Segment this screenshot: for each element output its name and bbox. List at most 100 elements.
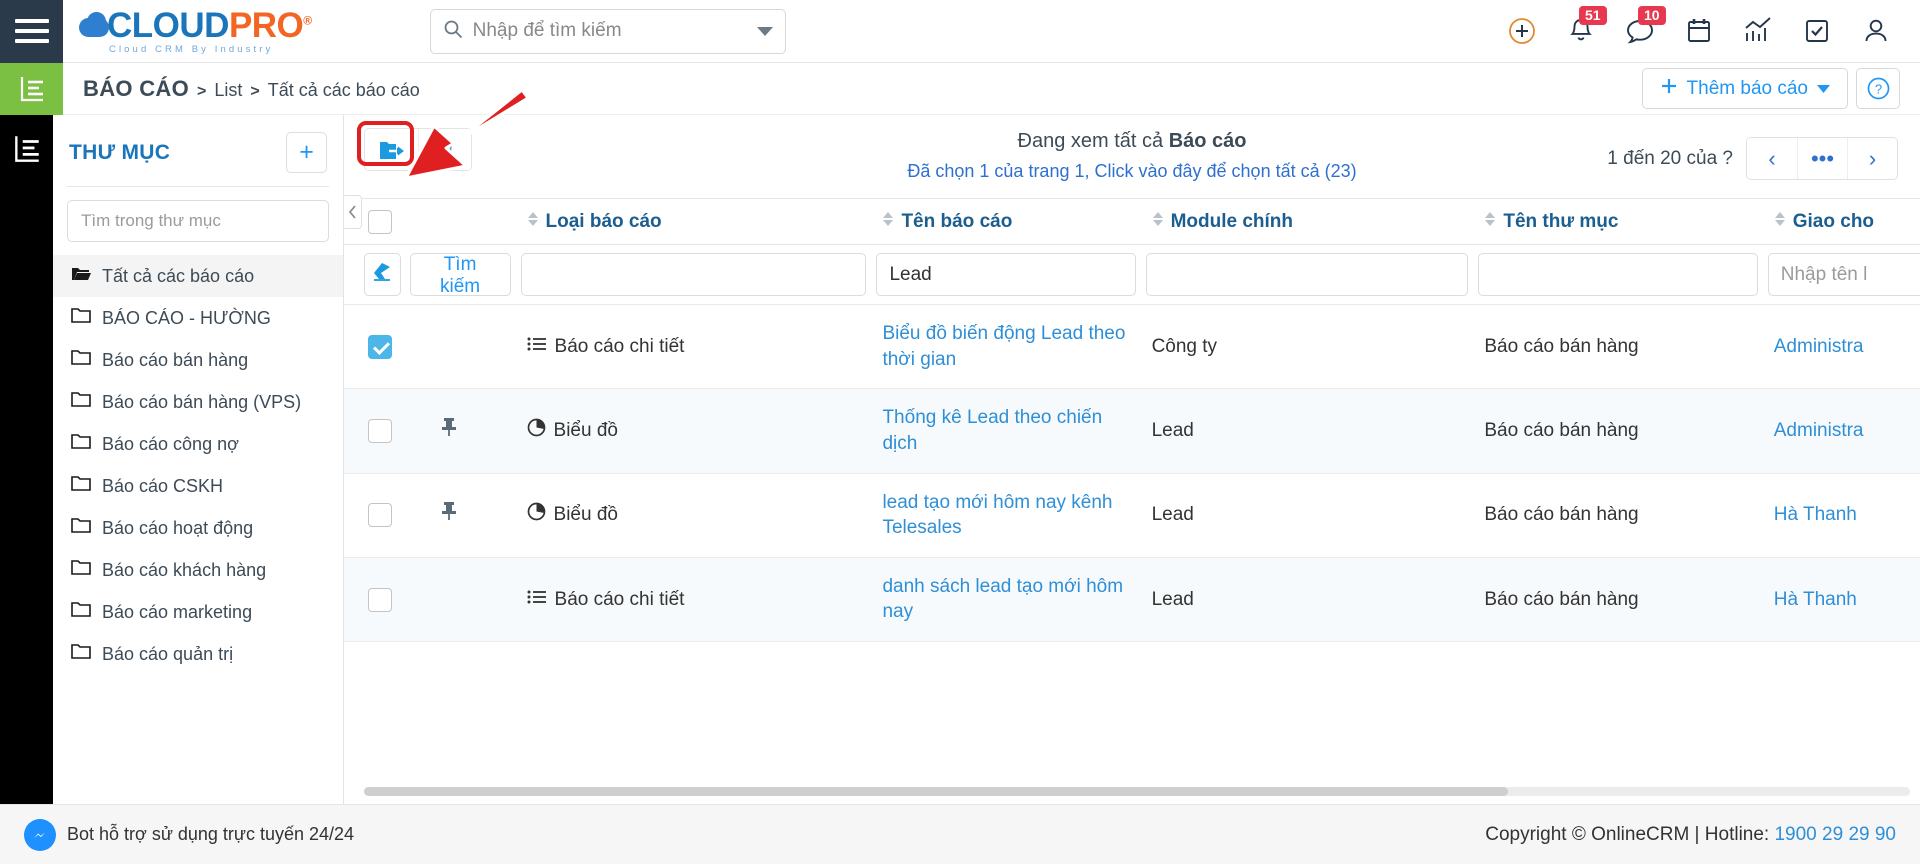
folder-item-cskh[interactable]: Báo cáo CSKH <box>53 465 343 507</box>
filter-type-cell <box>520 244 877 305</box>
row-name-cell: lead tạo mới hôm nay kênh Telesales <box>876 473 1146 558</box>
folder-icon <box>71 643 91 665</box>
row-pin-cell[interactable] <box>433 473 521 558</box>
folder-item-khach-hang[interactable]: Báo cáo khách hàng <box>53 549 343 591</box>
assigned-link[interactable]: Administra <box>1774 420 1864 441</box>
row-checkbox[interactable] <box>368 503 392 528</box>
help-button[interactable]: ? <box>1856 68 1900 109</box>
row-checkbox[interactable] <box>368 419 392 444</box>
sidebar-collapse-handle[interactable] <box>344 195 362 229</box>
scrollbar-thumb[interactable] <box>364 787 1509 796</box>
calendar-icon[interactable] <box>1683 15 1715 47</box>
messages-icon[interactable]: 10 <box>1624 6 1666 47</box>
folder-label: Báo cáo marketing <box>102 601 253 622</box>
horizontal-scrollbar[interactable] <box>364 787 1910 796</box>
logo-tagline: Cloud CRM By Industry <box>109 43 274 55</box>
folder-list: Tất cả các báo cáo BÁO CÁO - HƯỜNG Báo c… <box>53 255 343 675</box>
header-folder-name[interactable]: Tên thư mục <box>1478 198 1768 245</box>
table-row[interactable]: Biểu đồ Thống kê Lead theo chiến dịch Le… <box>344 388 1920 474</box>
reports-rail-icon[interactable] <box>11 133 43 804</box>
filter-type-input[interactable] <box>520 253 867 296</box>
folder-label: Báo cáo bán hàng (VPS) <box>102 391 302 412</box>
filter-assigned-cell <box>1767 244 1920 305</box>
header-assigned-to[interactable]: Giao cho <box>1767 198 1920 245</box>
table-row[interactable]: Biểu đồ lead tạo mới hôm nay kênh Telesa… <box>344 473 1920 558</box>
row-type-cell: Biểu đồ <box>520 388 877 474</box>
assigned-link[interactable]: Hà Thanh <box>1774 589 1857 610</box>
folder-item-cong-no[interactable]: Báo cáo công nợ <box>53 423 343 465</box>
folder-search-input[interactable] <box>81 211 315 231</box>
header-label: Loại báo cáo <box>545 210 662 232</box>
breadcrumb-actions: Thêm báo cáo ? <box>1641 68 1920 109</box>
notifications-icon[interactable]: 51 <box>1565 6 1607 47</box>
header-label: Tên thư mục <box>1503 210 1619 232</box>
folder-search-box[interactable] <box>67 200 329 242</box>
main-content: Đang xem tất cả Báo cáo Đã chọn 1 của tr… <box>344 115 1920 804</box>
sort-icon[interactable] <box>1484 210 1496 234</box>
report-name-link[interactable]: lead tạo mới hôm nay kênh Telesales <box>882 492 1112 539</box>
breadcrumb-item-all-reports[interactable]: Tất cả các báo cáo <box>268 80 420 101</box>
analytics-icon[interactable] <box>1742 15 1774 47</box>
sort-icon[interactable] <box>882 210 894 234</box>
add-folder-button[interactable]: + <box>286 132 327 173</box>
row-select-cell <box>344 304 434 390</box>
select-all-checkbox[interactable] <box>368 209 392 234</box>
hamburger-icon[interactable] <box>0 0 63 63</box>
search-input[interactable] <box>472 20 751 42</box>
header-main-module[interactable]: Module chính <box>1145 198 1479 245</box>
messenger-icon[interactable] <box>24 818 56 851</box>
app-logo[interactable]: CLOUDPRO® Cloud CRM By Industry <box>79 8 312 55</box>
filter-name-input[interactable] <box>876 253 1136 296</box>
filter-assigned-input[interactable] <box>1767 253 1920 296</box>
tasks-icon[interactable] <box>1801 15 1833 47</box>
table-row[interactable]: Báo cáo chi tiết danh sách lead tạo mới … <box>344 557 1920 643</box>
folder-icon <box>71 307 91 329</box>
folder-item-all-reports[interactable]: Tất cả các báo cáo <box>53 255 343 297</box>
reports-table-scroll[interactable]: Loại báo cáo Tên báo cáo Module chính Tê… <box>344 198 1920 804</box>
erase-icon <box>371 261 393 288</box>
add-icon[interactable] <box>1506 15 1538 47</box>
selection-text[interactable]: Đã chọn 1 của trang 1, Click vào đây để … <box>344 161 1920 182</box>
report-name-link[interactable]: Biểu đồ biến động Lead theo thời gian <box>882 323 1125 370</box>
row-checkbox[interactable] <box>368 334 392 359</box>
folder-label: Tất cả các báo cáo <box>102 265 255 286</box>
hotline-link[interactable]: 1900 29 29 90 <box>1774 824 1896 845</box>
folder-label: Báo cáo khách hàng <box>102 559 267 580</box>
folder-label: Báo cáo CSKH <box>102 475 224 496</box>
sort-icon[interactable] <box>1152 210 1164 234</box>
folder-item-quan-tri[interactable]: Báo cáo quản trị <box>53 633 343 675</box>
filter-module-input[interactable] <box>1145 253 1469 296</box>
assigned-link[interactable]: Administra <box>1774 336 1864 357</box>
global-search-box[interactable] <box>429 8 786 54</box>
chevron-down-icon[interactable] <box>756 26 773 36</box>
folder-item-marketing[interactable]: Báo cáo marketing <box>53 591 343 633</box>
row-pin-cell[interactable] <box>433 388 521 474</box>
search-icon <box>443 19 463 44</box>
clear-filters-button[interactable] <box>364 253 401 296</box>
report-module-icon[interactable] <box>0 62 63 115</box>
copyright-text: Copyright © OnlineCRM | Hotline: <box>1485 823 1775 845</box>
folder-item-hoat-dong[interactable]: Báo cáo hoạt động <box>53 507 343 549</box>
header-report-type[interactable]: Loại báo cáo <box>520 198 877 245</box>
row-assigned-cell: Administra <box>1767 304 1920 390</box>
user-profile-icon[interactable] <box>1860 15 1892 47</box>
folder-item-ban-hang[interactable]: Báo cáo bán hàng <box>53 339 343 381</box>
report-name-link[interactable]: Thống kê Lead theo chiến dịch <box>882 407 1102 454</box>
report-name-link[interactable]: danh sách lead tạo mới hôm nay <box>882 576 1123 623</box>
folder-item-ban-hang-vps[interactable]: Báo cáo bán hàng (VPS) <box>53 381 343 423</box>
sort-icon[interactable] <box>527 210 539 234</box>
filter-folder-input[interactable] <box>1478 253 1758 296</box>
assigned-link[interactable]: Hà Thanh <box>1774 504 1857 525</box>
search-button[interactable]: Tìm kiếm <box>409 253 511 297</box>
folder-label: Báo cáo hoạt động <box>102 517 254 538</box>
pin-icon[interactable] <box>440 502 458 527</box>
breadcrumb-item-list[interactable]: List <box>214 80 242 101</box>
support-bot[interactable]: Bot hỗ trợ sử dụng trực tuyến 24/24 <box>24 818 354 851</box>
add-report-button[interactable]: Thêm báo cáo <box>1641 68 1848 109</box>
pin-icon[interactable] <box>440 418 458 443</box>
header-report-name[interactable]: Tên báo cáo <box>876 198 1146 245</box>
table-row[interactable]: Báo cáo chi tiết Biểu đồ biến động Lead … <box>344 304 1920 390</box>
row-checkbox[interactable] <box>368 587 392 612</box>
folder-item-bao-cao-huong[interactable]: BÁO CÁO - HƯỜNG <box>53 297 343 339</box>
sort-icon[interactable] <box>1774 210 1786 234</box>
